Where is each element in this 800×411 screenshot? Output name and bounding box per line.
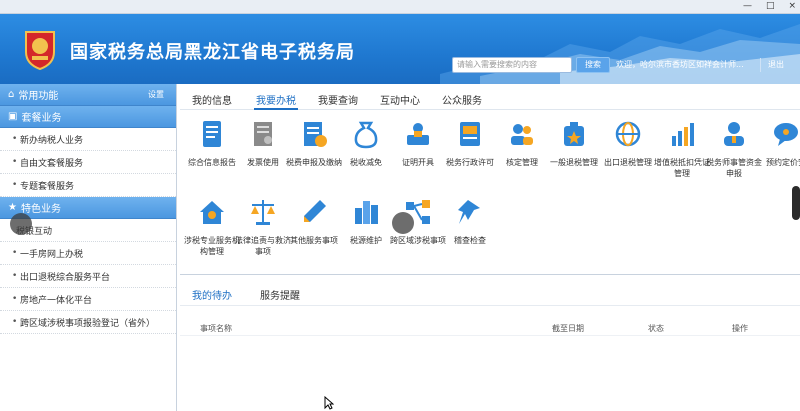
service-tax-report[interactable]: 税费申报及缴纳 <box>286 118 342 168</box>
service-tax-source[interactable]: 税源维护 <box>338 196 394 246</box>
column-header-action: 操作 <box>732 324 748 333</box>
pen-icon <box>304 200 326 222</box>
sidebar-header-label: 特色业务 <box>20 204 61 215</box>
welcome-text: 欢迎，哈尔滨市香坊区如祥会计师... <box>616 60 744 69</box>
people-icon <box>511 124 533 145</box>
service-vat-voucher[interactable]: 增值税抵扣凭证管理 <box>654 118 710 179</box>
header-divider <box>760 58 761 72</box>
search-button[interactable]: 搜索 <box>576 57 610 73</box>
service-assessment[interactable]: 核定管理 <box>494 118 550 168</box>
floating-play-button[interactable] <box>392 212 414 234</box>
tab-query[interactable]: 我要查询 <box>318 92 358 107</box>
tab-public[interactable]: 公众服务 <box>442 92 482 107</box>
top-tabs: 我的信息 我要办税 我要查询 互动中心 公众服务 <box>180 90 800 110</box>
folder-icon: ▣ <box>8 111 18 122</box>
sidebar-item-house-tax[interactable]: • 一手房网上办税 <box>0 242 176 265</box>
tab-interaction[interactable]: 互动中心 <box>380 92 420 107</box>
service-agency-mgmt[interactable]: 涉税专业服务机构管理 <box>184 196 240 257</box>
tab-my-todo[interactable]: 我的待办 <box>192 287 232 302</box>
maximize-button[interactable]: □ <box>766 1 775 11</box>
sidebar-item-cross-region[interactable]: • 跨区域涉税事项报验登记（省外） <box>0 311 176 334</box>
service-export-refund[interactable]: 出口退税管理 <box>600 118 656 168</box>
sidebar-header-label: 套餐业务 <box>21 113 62 124</box>
sidebar-header-package[interactable]: ▣ 套餐业务 <box>0 106 176 128</box>
sidebar-settings-link[interactable]: 设置 <box>148 89 164 100</box>
panel-divider <box>180 305 800 306</box>
column-header-item: 事项名称 <box>200 324 232 333</box>
service-admin-license[interactable]: 税务行政许可 <box>442 118 498 168</box>
sidebar: ⌂ 常用功能 设置 ▣ 套餐业务 • 新办纳税人业务 • 自由文套餐服务 • 专题套餐… <box>0 84 177 411</box>
minimize-button[interactable]: — <box>743 1 752 11</box>
floating-back-button[interactable] <box>10 213 32 235</box>
great-wall-banner <box>440 24 800 84</box>
invoice-icon <box>254 122 272 146</box>
service-general-refund[interactable]: 一般退税管理 <box>546 118 602 168</box>
service-invoice[interactable]: 发票使用 <box>235 118 291 168</box>
site-header: 国家税务总局黑龙江省电子税务局 请输入需要搜索的内容 搜索 欢迎，哈尔滨市香坊区… <box>0 14 800 84</box>
scale-icon <box>251 200 275 225</box>
column-header-deadline: 截至日期 <box>552 324 584 333</box>
service-agent-fund[interactable]: 税务师事管资金申报 <box>706 118 762 179</box>
license-icon <box>460 122 480 146</box>
document-icon <box>203 121 221 147</box>
agent-icon <box>724 122 744 146</box>
service-certificate[interactable]: 证明开具 <box>390 118 446 168</box>
scrollbar-thumb[interactable] <box>792 186 800 220</box>
tax-emblem-icon <box>25 31 55 70</box>
window-titlebar: — □ × <box>0 0 800 14</box>
close-button[interactable]: × <box>788 1 796 11</box>
certificate-icon <box>407 123 429 145</box>
bar-chart-icon <box>672 123 694 146</box>
tax-report-icon <box>304 122 327 147</box>
pin-icon <box>458 200 480 224</box>
money-bag-icon <box>354 121 378 149</box>
tab-do-tax[interactable]: 我要办税 <box>254 92 298 110</box>
search-input[interactable]: 请输入需要搜索的内容 <box>452 57 572 73</box>
service-general-info[interactable]: 综合信息报告 <box>184 118 240 168</box>
main-content: 我的信息 我要办税 我要查询 互动中心 公众服务 综合信息报告 发票使用 税费申… <box>180 84 800 411</box>
sidebar-item-real-estate[interactable]: • 房地产一体化平台 <box>0 288 176 311</box>
house-icon <box>200 201 224 224</box>
speech-icon <box>774 123 798 146</box>
service-other[interactable]: 其他服务事项 <box>286 196 342 246</box>
sidebar-item-new-taxpayer[interactable]: • 新办纳税人业务 <box>0 128 176 151</box>
site-title: 国家税务总局黑龙江省电子税务局 <box>70 42 355 63</box>
service-pricing[interactable]: 预约定价安 <box>758 118 800 168</box>
star-icon: ★ <box>8 202 17 213</box>
service-inspection[interactable]: 稽查检查 <box>442 196 498 246</box>
sidebar-header-label: 常用功能 <box>18 91 59 102</box>
tab-service-reminder[interactable]: 服务提醒 <box>260 287 300 302</box>
header-divider-line <box>180 335 800 336</box>
tab-my-info[interactable]: 我的信息 <box>192 92 232 107</box>
mouse-cursor-icon <box>324 396 334 410</box>
column-header-status: 状态 <box>648 324 664 333</box>
service-tax-relief[interactable]: 税收减免 <box>338 118 394 168</box>
logout-link[interactable]: 退出 <box>768 59 784 70</box>
sidebar-item-topic-package[interactable]: • 专题套餐服务 <box>0 174 176 197</box>
sidebar-item-custom-package[interactable]: • 自由文套餐服务 <box>0 151 176 174</box>
refund-bag-icon <box>564 122 584 146</box>
sidebar-item-export-refund[interactable]: • 出口退税综合服务平台 <box>0 265 176 288</box>
home-icon: ⌂ <box>8 89 15 100</box>
service-legal[interactable]: 法律追责与救济事项 <box>235 196 291 257</box>
todo-panel: 我的待办 服务提醒 事项名称 截至日期 状态 操作 <box>180 274 800 411</box>
globe-icon <box>615 121 641 147</box>
sidebar-header-common[interactable]: ⌂ 常用功能 设置 <box>0 84 176 106</box>
building-icon <box>355 201 378 224</box>
